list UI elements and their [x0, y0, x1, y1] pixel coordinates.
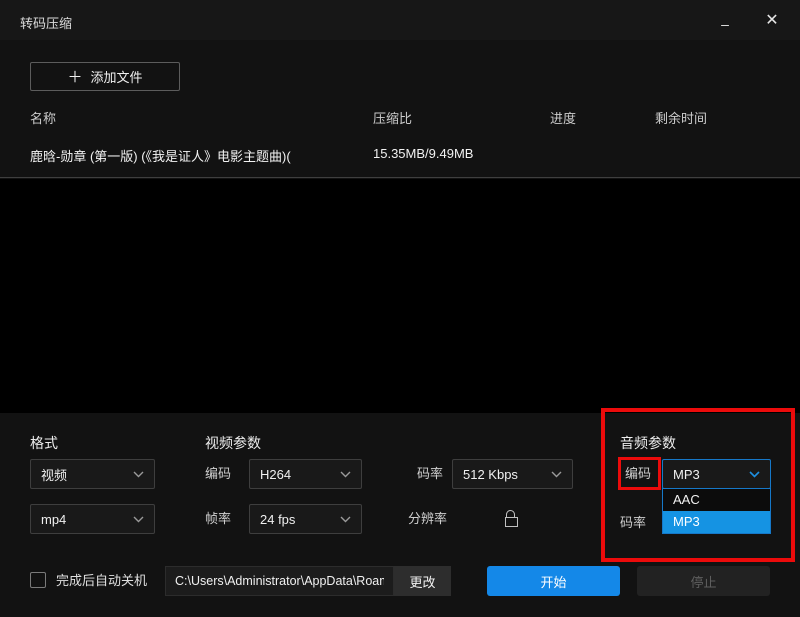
chevron-down-icon — [133, 471, 144, 478]
chevron-down-icon — [551, 471, 562, 478]
video-encode-label: 编码 — [205, 466, 232, 481]
video-encode-value: H264 — [260, 466, 292, 482]
chevron-down-icon — [340, 516, 351, 523]
format-section-title: 格式 — [30, 435, 58, 451]
chevron-down-icon — [340, 471, 351, 478]
header-name: 名称 — [30, 111, 57, 126]
lock-body — [505, 517, 518, 527]
audio-encode-value: MP3 — [673, 466, 700, 482]
chevron-down-icon — [133, 516, 144, 523]
header-progress: 进度 — [550, 111, 577, 126]
audio-encode-label: 编码 — [625, 466, 652, 481]
audio-section-title: 音频参数 — [620, 435, 676, 451]
file-name: 鹿晗-勋章 (第一版) (《我是证人》电影主题曲)( — [30, 149, 291, 164]
close-icon[interactable]: ✕ — [752, 0, 792, 40]
app-window: 转码压缩 – ✕ ＋ 添加文件 名称 压缩比 进度 剩余时间 鹿晗-勋章 (第一… — [0, 0, 800, 617]
file-ratio: 15.35MB/9.49MB — [373, 146, 474, 161]
shutdown-label: 完成后自动关机 — [56, 573, 148, 588]
audio-bitrate-label: 码率 — [620, 515, 647, 530]
format-type-value: 视频 — [41, 467, 68, 483]
stop-button[interactable]: 停止 — [637, 566, 770, 596]
dropdown-option-mp3[interactable]: MP3 — [663, 511, 770, 533]
window-title: 转码压缩 — [20, 16, 73, 31]
format-type-select[interactable]: 视频 — [30, 459, 155, 489]
change-path-button[interactable]: 更改 — [394, 566, 451, 596]
audio-encode-select[interactable]: MP3 — [662, 459, 771, 489]
video-section-title: 视频参数 — [205, 435, 261, 451]
video-fps-label: 帧率 — [205, 511, 232, 526]
unlock-icon[interactable] — [505, 510, 519, 530]
format-container-select[interactable]: mp4 — [30, 504, 155, 534]
format-container-value: mp4 — [41, 511, 67, 527]
video-bitrate-select[interactable]: 512 Kbps — [452, 459, 573, 489]
shutdown-checkbox[interactable] — [30, 572, 46, 588]
video-bitrate-value: 512 Kbps — [463, 466, 518, 482]
video-bitrate-label: 码率 — [417, 466, 444, 481]
video-encode-select[interactable]: H264 — [249, 459, 362, 489]
video-fps-value: 24 fps — [260, 511, 296, 527]
header-remaining: 剩余时间 — [655, 111, 708, 126]
add-file-button[interactable]: ＋ 添加文件 — [30, 62, 180, 91]
chevron-down-icon — [749, 470, 760, 478]
start-button[interactable]: 开始 — [487, 566, 620, 596]
minimize-icon[interactable]: – — [705, 0, 745, 40]
video-fps-select[interactable]: 24 fps — [249, 504, 362, 534]
video-resolution-label: 分辨率 — [408, 511, 448, 526]
header-ratio: 压缩比 — [373, 111, 413, 126]
dropdown-option-aac[interactable]: AAC — [663, 489, 770, 511]
file-list-area — [0, 179, 800, 413]
audio-codec-dropdown-list: AAC MP3 — [662, 488, 771, 534]
add-file-label: 添加文件 — [90, 70, 143, 85]
file-table-section: ＋ 添加文件 名称 压缩比 进度 剩余时间 鹿晗-勋章 (第一版) (《我是证人… — [0, 40, 800, 178]
title-bar: 转码压缩 – ✕ — [0, 0, 800, 40]
output-path-input[interactable] — [165, 566, 394, 596]
plus-icon: ＋ — [67, 69, 83, 86]
